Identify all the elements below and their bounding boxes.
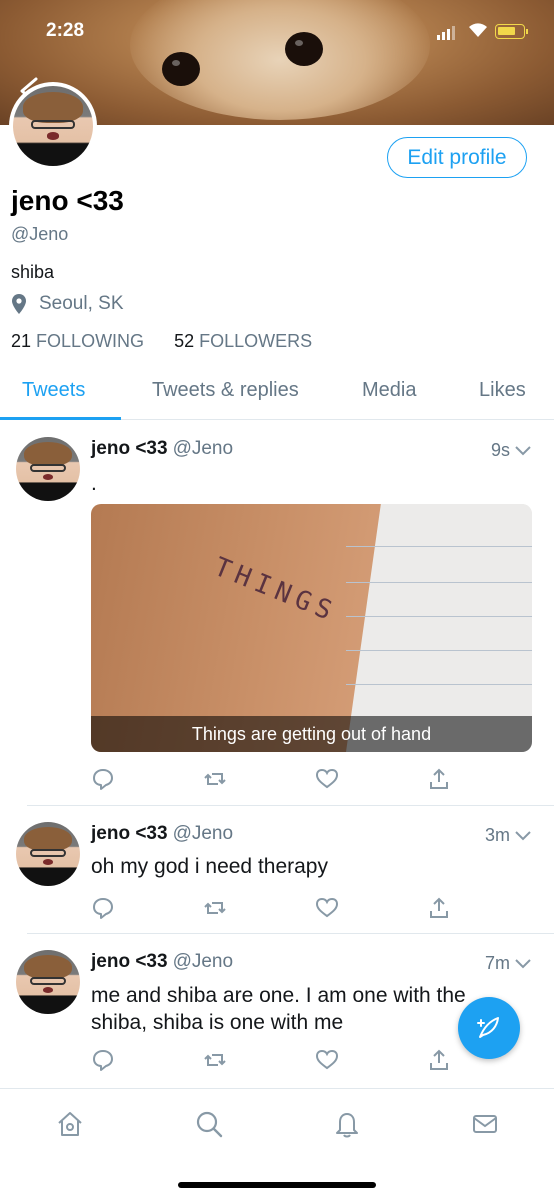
tweet-actions (91, 1048, 451, 1072)
tweet-timestamp: 7m (485, 953, 532, 974)
followers-stat[interactable]: 52 FOLLOWERS (174, 331, 312, 352)
retweet-icon[interactable] (203, 896, 227, 920)
compose-tweet-button[interactable] (458, 997, 520, 1059)
tweet-author-handle: @Jeno (172, 951, 234, 972)
compose-feather-icon (477, 1017, 499, 1038)
followers-label: FOLLOWERS (199, 331, 313, 351)
tweet-divider (27, 805, 554, 806)
messages-icon[interactable] (470, 1109, 500, 1139)
profile-location: Seoul, SK (11, 293, 124, 315)
chevron-down-icon[interactable] (514, 958, 532, 970)
tweet-header: jeno <33 @Jeno (91, 438, 233, 460)
edit-profile-button[interactable]: Edit profile (387, 137, 527, 178)
following-count: 21 (11, 331, 32, 351)
tweet-author-handle: @Jeno (172, 823, 234, 844)
tweet-author-name[interactable]: jeno <33 (91, 438, 168, 459)
share-icon[interactable] (427, 767, 451, 791)
profile-avatar[interactable] (9, 82, 97, 170)
battery-charging-icon (495, 24, 528, 39)
cellular-signal-icon (437, 26, 455, 40)
chevron-down-icon[interactable] (514, 445, 532, 457)
media-handwriting: THINGS (209, 552, 342, 629)
tweet-text: . (91, 472, 97, 495)
like-heart-icon[interactable] (315, 1048, 339, 1072)
tab-tweets[interactable]: Tweets (22, 379, 85, 402)
tweet-text: oh my god i need therapy (91, 855, 328, 878)
reply-icon[interactable] (91, 896, 115, 920)
profile-bio: shiba (11, 262, 55, 282)
status-time: 2:28 (46, 20, 85, 41)
tweet-media-image[interactable]: THINGS Things are getting out of hand (91, 504, 532, 752)
tweet-header: jeno <33 @Jeno (91, 951, 233, 973)
tweet-timestamp: 9s (491, 440, 532, 461)
tab-likes[interactable]: Likes (479, 379, 526, 402)
like-heart-icon[interactable] (315, 896, 339, 920)
tweet-author-handle: @Jeno (172, 438, 234, 459)
avatar-image (13, 86, 93, 166)
tweet-text: me and shiba are one. I am one with the … (91, 984, 466, 1034)
tweet-author-name[interactable]: jeno <33 (91, 823, 168, 844)
home-indicator[interactable] (178, 1182, 376, 1188)
wifi-icon (469, 23, 487, 37)
location-pin-icon (12, 294, 26, 314)
tweet-header: jeno <33 @Jeno (91, 823, 233, 845)
media-caption: Things are getting out of hand (91, 716, 532, 752)
share-icon[interactable] (427, 896, 451, 920)
profile-stats: 21 FOLLOWING 52 FOLLOWERS (11, 331, 312, 352)
retweet-icon[interactable] (203, 767, 227, 791)
tweet-avatar[interactable] (16, 822, 80, 886)
following-stat[interactable]: 21 FOLLOWING (11, 331, 144, 352)
tweet-actions (91, 896, 451, 920)
home-icon[interactable] (55, 1109, 85, 1139)
chevron-down-icon[interactable] (514, 830, 532, 842)
like-heart-icon[interactable] (315, 767, 339, 791)
tweet-timestamp: 3m (485, 825, 532, 846)
reply-icon[interactable] (91, 1048, 115, 1072)
tweet-avatar[interactable] (16, 950, 80, 1014)
tweet-avatar[interactable] (16, 437, 80, 501)
tweet-divider (27, 933, 554, 934)
active-tab-indicator (0, 417, 121, 420)
status-bar: 2:28 (0, 0, 554, 60)
profile-tabs: Tweets Tweets & replies Media Likes (0, 362, 554, 420)
media-paper (346, 504, 532, 752)
retweet-icon[interactable] (203, 1048, 227, 1072)
search-icon[interactable] (194, 1109, 224, 1139)
tweet-actions (91, 767, 451, 791)
followers-count: 52 (174, 331, 195, 351)
profile-handle: @Jeno (11, 224, 69, 244)
tweet-time: 3m (484, 825, 510, 845)
tab-media[interactable]: Media (362, 379, 416, 402)
tweet-time: 7m (484, 953, 510, 973)
display-name: jeno <33 (11, 185, 124, 216)
following-label: FOLLOWING (36, 331, 145, 351)
tweet-author-name[interactable]: jeno <33 (91, 951, 168, 972)
tweet-time: 9s (490, 440, 510, 460)
location-text: Seoul, SK (39, 293, 124, 314)
tab-tweets-replies[interactable]: Tweets & replies (152, 379, 299, 402)
reply-icon[interactable] (91, 767, 115, 791)
share-icon[interactable] (427, 1048, 451, 1072)
notifications-icon[interactable] (332, 1109, 362, 1139)
